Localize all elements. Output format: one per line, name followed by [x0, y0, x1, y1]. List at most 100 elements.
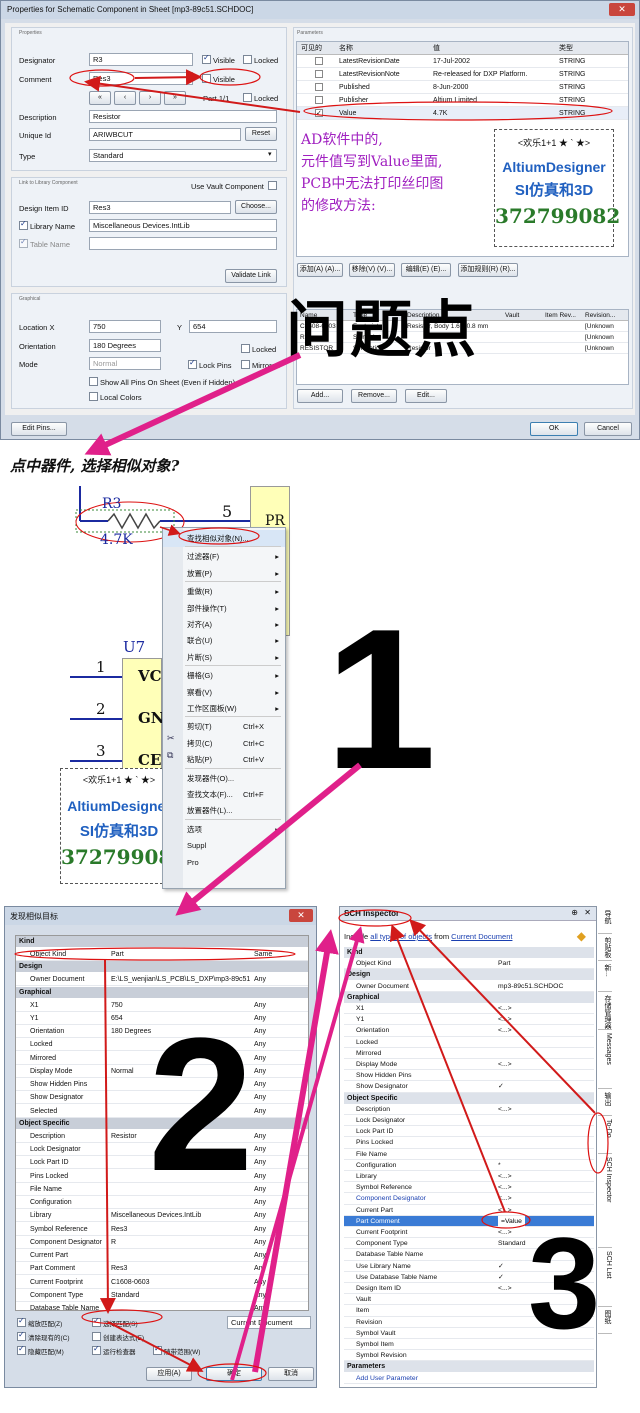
inspector-row[interactable]: Orientation <...> [344, 1025, 594, 1037]
reset-button[interactable]: Reset [245, 127, 277, 141]
inspector-row-value[interactable]: <...> [498, 1003, 512, 1014]
find-row-value[interactable]: Res3 [111, 1223, 251, 1236]
inspector-row-value[interactable]: ✓ [498, 1081, 504, 1092]
inspector-row-value[interactable]: <...> [498, 1227, 512, 1238]
find-row-match[interactable]: Any [254, 1130, 266, 1143]
menu-item[interactable]: 粘贴(P) Ctrl+V [163, 751, 285, 768]
inspector-row-value[interactable]: <...> [498, 1014, 512, 1025]
inspector-row-value[interactable]: Standard [498, 1238, 526, 1249]
find-row[interactable]: Database Table Name Any [16, 1302, 308, 1310]
find-group-header[interactable]: Design [16, 961, 308, 973]
menu-item[interactable]: 剪切(T) Ctrl+X [163, 718, 285, 735]
inspector-row-value[interactable]: <...> [498, 1059, 512, 1070]
menu-item[interactable]: 放置(P) ▸ [163, 565, 285, 582]
find-row[interactable]: Current Footprint C1608-0603 Any [16, 1276, 308, 1289]
inspector-row-value[interactable]: ✓ [498, 1272, 504, 1283]
inspector-row-value[interactable]: <...> [498, 1182, 512, 1193]
inspector-group-header[interactable]: Parameters [344, 1361, 594, 1373]
inspector-row[interactable]: Show Designator ✓ [344, 1081, 594, 1093]
side-tab[interactable]: To-Do [598, 1119, 612, 1154]
find-row-match[interactable]: Same [254, 948, 272, 961]
menu-item[interactable]: 联合(U) ▸ [163, 632, 285, 649]
designator-input[interactable]: R3 [89, 53, 193, 66]
menu-item[interactable]: Pro [163, 854, 285, 871]
menu-item[interactable]: 察看(V) ▸ [163, 684, 285, 701]
zoom-matching-checkbox[interactable] [17, 1316, 26, 1327]
inspector-row[interactable]: Symbol Reference <...> [344, 1182, 594, 1194]
model-edit-button[interactable]: Edit... [405, 389, 447, 403]
library-name-input[interactable]: Miscellaneous Devices.IntLib [89, 219, 277, 232]
param-visible-checkbox[interactable] [315, 83, 323, 91]
inspector-row[interactable]: File Name [344, 1149, 594, 1160]
use-vault-checkbox[interactable] [268, 181, 277, 190]
clear-existing-checkbox[interactable] [17, 1330, 26, 1341]
menu-item[interactable]: 栅格(G) ▸ [163, 667, 285, 684]
menu-item[interactable]: 过滤器(F) ▸ [163, 548, 285, 565]
inspector-row-value[interactable]: <...> [498, 1193, 512, 1204]
lock-pins-checkbox[interactable] [188, 358, 197, 369]
edit-pins-button[interactable]: Edit Pins... [11, 422, 67, 436]
menu-item[interactable]: 对齐(A) ▸ [163, 616, 285, 633]
tools-icon[interactable]: ◆ [577, 929, 586, 943]
run-inspector-checkbox[interactable] [92, 1344, 101, 1355]
find-row-match[interactable]: Any [254, 1183, 266, 1196]
table-name-input[interactable] [89, 237, 277, 250]
library-name-checkbox[interactable] [19, 219, 28, 230]
find-row-value[interactable]: Res3 [111, 1262, 251, 1275]
param-row[interactable]: LatestRevisionDate 17-Jul-2002 STRING [297, 55, 628, 68]
param-remove-button[interactable]: 移除(V) (V)... [349, 263, 395, 277]
orientation-select[interactable]: 180 Degrees [89, 339, 161, 352]
side-tab[interactable]: 导航 [598, 910, 612, 934]
inspector-row-value[interactable]: ✓ [498, 1261, 504, 1272]
inspector-row-value[interactable]: <...> [498, 1171, 512, 1182]
side-tab[interactable]: 输出 [598, 1092, 612, 1116]
apply-button[interactable]: 应用(A) [146, 1367, 192, 1381]
find-ok-button[interactable]: 确定 [206, 1367, 262, 1381]
find-row-match[interactable]: Any [254, 1078, 266, 1091]
side-tab[interactable]: 新... [598, 964, 612, 992]
inspector-row[interactable]: Add User Parameter [344, 1373, 594, 1384]
inspector-group-header[interactable]: Object Specific [344, 1092, 594, 1104]
model-col-vault[interactable]: Vault [505, 310, 519, 321]
include-types-link[interactable]: all types of objects [370, 932, 432, 941]
find-row[interactable]: Owner Document E:\LS_wenjian\LS_PCB\LS_DX… [16, 973, 308, 987]
menu-item[interactable]: 拷贝(C) Ctrl+C [163, 735, 285, 752]
inspector-row[interactable]: Mirrored [344, 1048, 594, 1059]
menu-item[interactable]: 查找相似对象(N)... [163, 530, 285, 547]
side-tab[interactable]: 剪贴板 [598, 937, 612, 961]
find-row[interactable]: Library Miscellaneous Devices.IntLib Any [16, 1209, 308, 1223]
find-row-match[interactable]: Any [254, 1052, 266, 1065]
menu-item[interactable]: 选项 ▸ [163, 821, 285, 838]
inspector-close-icon[interactable]: ✕ [584, 908, 591, 917]
pin-icon[interactable]: ⊕ [571, 908, 578, 917]
side-tab[interactable]: Messages [598, 1033, 612, 1089]
designator-visible-checkbox[interactable] [202, 53, 211, 64]
param-visible-checkbox[interactable] [315, 70, 323, 78]
create-expression-checkbox[interactable] [92, 1332, 101, 1341]
inspector-row-value[interactable]: * [498, 1160, 501, 1171]
param-add-rule-button[interactable]: 添加规则(R) (R)... [458, 263, 518, 277]
inspector-row-value[interactable]: Part [498, 958, 510, 969]
inspector-row-value[interactable]: mp3-89c51.SCHDOC [498, 981, 563, 992]
mode-select[interactable]: Normal [89, 357, 161, 370]
param-edit-button[interactable]: 编辑(E) (E)... [401, 263, 451, 277]
designator-locked-checkbox[interactable] [243, 55, 252, 64]
param-row[interactable]: Publisher Altium Limited STRING [297, 94, 628, 107]
select-matching-checkbox[interactable] [92, 1316, 101, 1327]
menu-item[interactable]: 片断(S) ▸ [163, 649, 285, 666]
find-row-match[interactable]: Any [254, 1289, 266, 1302]
param-visible-checkbox[interactable]: ✓ [315, 109, 323, 117]
find-row-value[interactable]: C1608-0603 [111, 1276, 251, 1289]
find-close-button[interactable]: ✕ [289, 909, 313, 922]
menu-item[interactable]: 重做(R) ▸ [163, 583, 285, 600]
choose-button[interactable]: Choose... [235, 200, 277, 214]
find-row-match[interactable]: Any [254, 1170, 266, 1183]
cancel-button[interactable]: Cancel [584, 422, 632, 436]
param-col-name[interactable]: 名称 [339, 42, 353, 55]
part-prev-button[interactable]: ‹ [114, 91, 136, 105]
inspector-row-value[interactable]: <...> [498, 1283, 512, 1294]
find-row-match[interactable]: Any [254, 1302, 266, 1310]
find-row-match[interactable]: Any [254, 1012, 266, 1025]
find-row-value[interactable]: Standard [111, 1289, 251, 1302]
inspector-row[interactable]: X1 <...> [344, 1003, 594, 1015]
